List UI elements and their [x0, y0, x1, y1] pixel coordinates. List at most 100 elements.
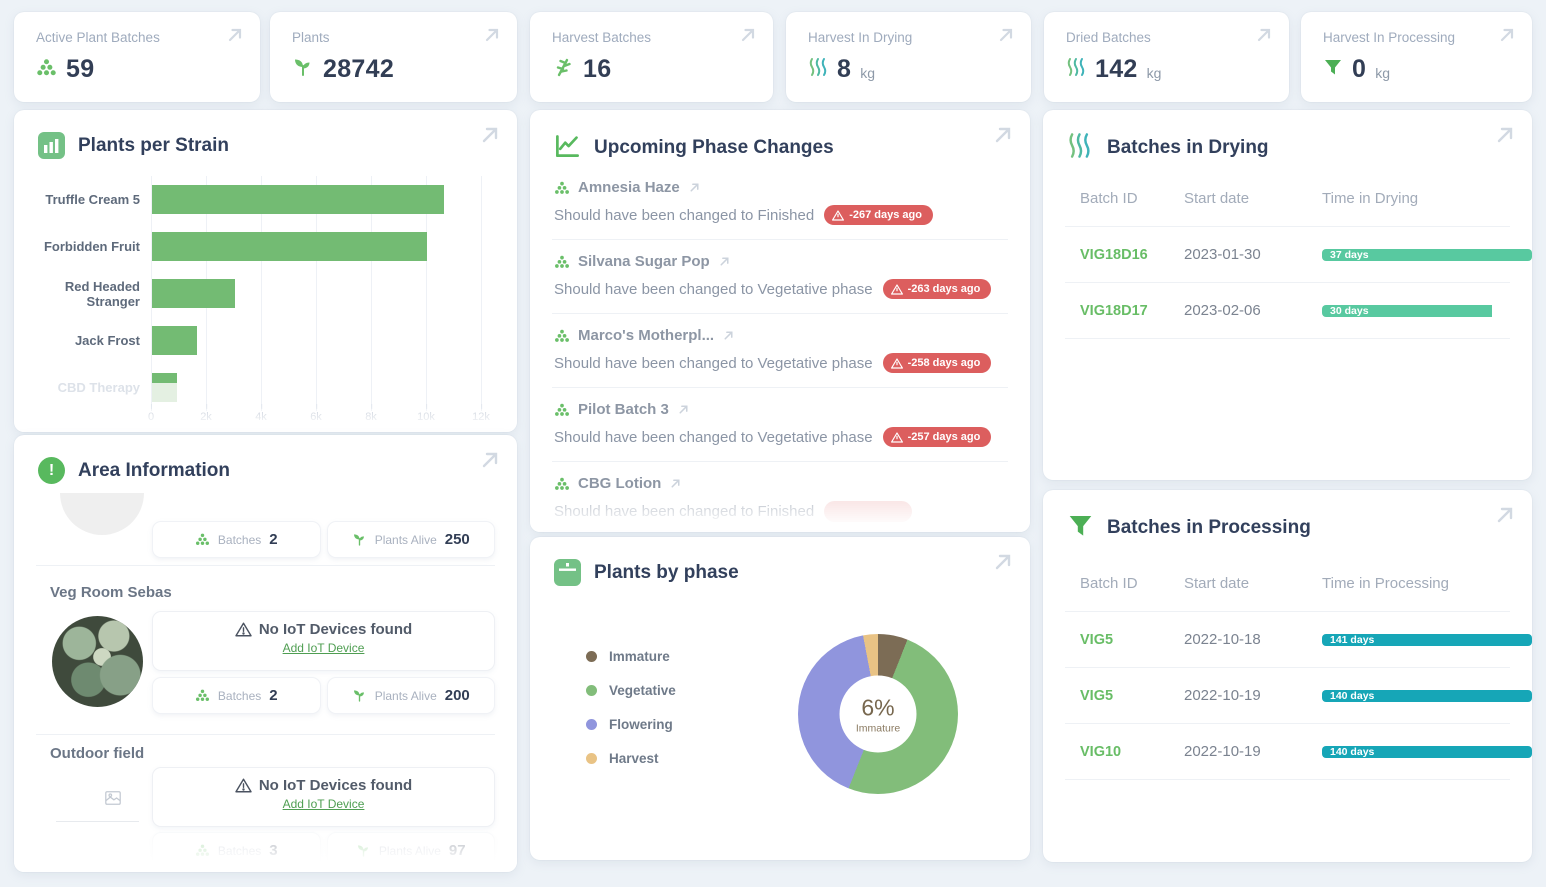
expand-arrow-icon[interactable] [1497, 25, 1517, 50]
table-row: VIG5 2022-10-18 141 days [1043, 612, 1532, 667]
strain-row: Forbidden Fruit [14, 223, 517, 270]
expand-arrow-icon[interactable] [225, 25, 245, 50]
warning-triangle-icon [832, 210, 844, 221]
harvest-leaf-icon [552, 56, 574, 83]
broken-image-placeholder [52, 771, 143, 862]
phase-change-item: Pilot Batch 3 Should have been changed t… [530, 388, 1030, 461]
expand-arrow-icon[interactable] [1254, 25, 1274, 50]
kpi-card-harvest-in-drying: Harvest In Drying 8 kg [786, 12, 1031, 102]
area-list[interactable]: Batches 2 Plants Alive 250 Veg Room Seba… [14, 493, 517, 872]
batch-cluster-icon [36, 57, 57, 83]
expand-arrow-icon[interactable] [738, 25, 758, 50]
external-link-icon[interactable] [669, 477, 682, 490]
chip-value: 2 [269, 531, 277, 548]
table-row: VIG18D17 2023-02-06 30 days [1043, 283, 1532, 338]
overdue-badge [824, 501, 912, 522]
expand-arrow-icon[interactable] [478, 123, 502, 152]
phase-change-item: Silvana Sugar Pop Should have been chang… [530, 240, 1030, 313]
col-time-in-processing: Time in Processing [1322, 575, 1532, 592]
start-date: 2022-10-19 [1184, 687, 1322, 704]
kpi-value: 28742 [323, 55, 394, 84]
card-title: Plants per Strain [78, 135, 229, 157]
add-iot-device-link[interactable]: Add IoT Device [283, 797, 365, 811]
phase-change-text: Should have been changed to Vegetative p… [554, 355, 873, 372]
kpi-value: 0 [1352, 55, 1366, 84]
batch-name-link[interactable]: Marco's Motherpl... [578, 327, 714, 344]
kpi-value: 142 [1095, 55, 1138, 84]
warning-triangle-icon [235, 622, 252, 637]
batch-cluster-icon [554, 402, 570, 418]
external-link-icon[interactable] [722, 329, 735, 342]
seedling-icon [292, 56, 314, 83]
kpi-unit: kg [1375, 65, 1390, 84]
batch-name-link[interactable]: Pilot Batch 3 [578, 401, 669, 418]
batch-id-link[interactable]: VIG18D16 [1080, 247, 1148, 263]
batch-name-link[interactable]: CBG Lotion [578, 475, 661, 492]
legend-item-flowering[interactable]: Flowering [586, 717, 676, 732]
col-batch-id: Batch ID [1043, 575, 1184, 592]
x-tick: 0 [148, 411, 154, 423]
col-start-date: Start date [1184, 190, 1322, 207]
warning-triangle-icon [235, 778, 252, 793]
expand-arrow-icon[interactable] [996, 25, 1016, 50]
expand-arrow-icon[interactable] [1493, 123, 1517, 152]
legend-item-vegetative[interactable]: Vegetative [586, 683, 676, 698]
kpi-value: 59 [66, 55, 94, 84]
expand-arrow-icon[interactable] [482, 25, 502, 50]
batch-id-link[interactable]: VIG5 [1080, 632, 1113, 648]
expand-arrow-icon[interactable] [1493, 503, 1517, 532]
legend-item-harvest[interactable]: Harvest [586, 751, 676, 766]
bar-chart-factory-icon [38, 132, 65, 159]
line-chart-icon [554, 132, 581, 164]
plants-alive-chip: Plants Alive 97 [327, 832, 496, 869]
table-row: VIG5 2022-10-19 140 days [1043, 668, 1532, 723]
expand-arrow-icon[interactable] [991, 550, 1015, 579]
overdue-badge: -263 days ago [883, 279, 992, 299]
external-link-icon[interactable] [688, 181, 701, 194]
strain-row: CBD Therapy [14, 364, 517, 411]
expand-arrow-icon[interactable] [991, 123, 1015, 152]
kpi-card-active-plant-batches: Active Plant Batches 59 [14, 12, 260, 102]
kpi-card-dried-batches: Dried Batches 142 kg [1044, 12, 1289, 102]
kpi-unit: kg [1147, 65, 1162, 84]
phase-change-text: Should have been changed to Vegetative p… [554, 281, 873, 298]
alert-circle-icon: ! [38, 457, 65, 484]
batch-id-link[interactable]: VIG18D17 [1080, 303, 1148, 319]
start-date: 2023-02-06 [1184, 302, 1322, 319]
kpi-card-harvest-in-processing: Harvest In Processing 0 kg [1301, 12, 1532, 102]
batch-name-link[interactable]: Silvana Sugar Pop [578, 253, 710, 270]
phase-change-list[interactable]: Amnesia Haze Should have been changed to… [530, 166, 1030, 532]
legend-dot [586, 685, 597, 696]
kpi-label: Dried Batches [1066, 30, 1269, 45]
chip-value: 3 [269, 842, 277, 859]
x-tick: 2k [200, 411, 212, 423]
batch-cluster-icon [554, 328, 570, 344]
phase-change-item: Marco's Motherpl... Should have been cha… [530, 314, 1030, 387]
phase-donut-chart: 6% Immature [798, 634, 958, 794]
phase-change-item: Amnesia Haze Should have been changed to… [530, 166, 1030, 239]
external-link-icon[interactable] [677, 403, 690, 416]
expand-arrow-icon[interactable] [478, 448, 502, 477]
batch-id-link[interactable]: VIG5 [1080, 688, 1113, 704]
strain-row: Truffle Cream 5 [14, 176, 517, 223]
upcoming-phase-changes-card: Upcoming Phase Changes Amnesia Haze Shou… [530, 110, 1030, 532]
external-link-icon[interactable] [718, 255, 731, 268]
strain-bar [152, 232, 427, 261]
plant-photo [52, 616, 143, 707]
add-iot-device-link[interactable]: Add IoT Device [283, 641, 365, 655]
batch-cluster-icon [554, 180, 570, 196]
legend-item-immature[interactable]: Immature [586, 649, 676, 664]
warning-triangle-icon [891, 358, 903, 369]
warning-triangle-icon [891, 284, 903, 295]
x-axis: 0 2k 4k 6k 8k 10k 12k [151, 411, 482, 427]
overdue-badge: -257 days ago [883, 427, 992, 447]
strain-bar [152, 279, 235, 308]
warning-triangle-icon [891, 432, 903, 443]
kpi-label: Harvest In Drying [808, 30, 1011, 45]
strain-label: Forbidden Fruit [14, 239, 151, 254]
batches-in-processing-card: Batches in Processing Batch ID Start dat… [1043, 490, 1532, 862]
batch-name-link[interactable]: Amnesia Haze [578, 179, 680, 196]
plants-per-strain-card: Plants per Strain Truffle Cream 5 Forbid… [14, 110, 517, 432]
batch-id-link[interactable]: VIG10 [1080, 744, 1121, 760]
table-header: Batch ID Start date Time in Processing [1043, 575, 1532, 592]
